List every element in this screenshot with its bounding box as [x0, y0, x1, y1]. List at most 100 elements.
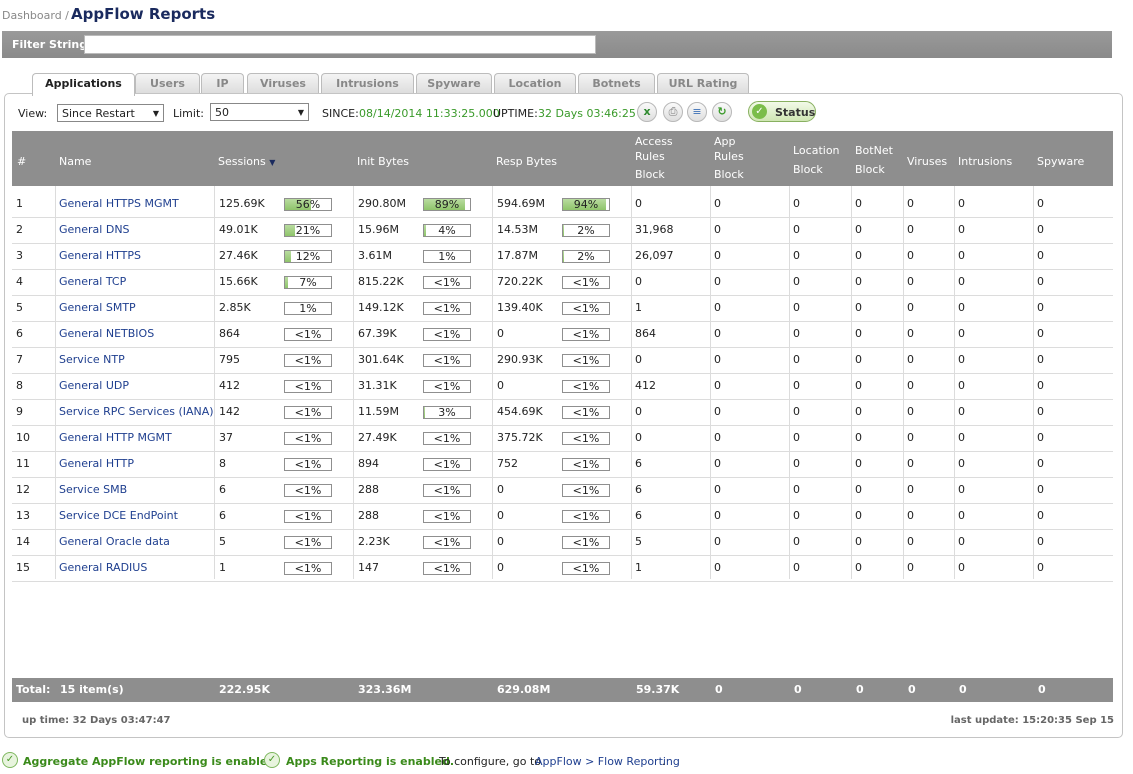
filter-input[interactable]	[84, 35, 596, 54]
limit-select[interactable]: 50 ▼	[210, 103, 309, 121]
tab-intrusions[interactable]: Intrusions	[321, 73, 414, 94]
excel-export-icon[interactable]: x	[637, 102, 657, 122]
botnet-block-value: 0	[855, 535, 862, 548]
app-rules-value: 0	[714, 275, 721, 288]
intrusions-value: 0	[958, 353, 965, 366]
application-link[interactable]: General HTTP MGMT	[59, 425, 172, 451]
intrusions-value: 0	[958, 431, 965, 444]
access-rules-value: 31,968	[635, 223, 674, 236]
application-link[interactable]: General Oracle data	[59, 529, 170, 555]
tab-viruses[interactable]: Viruses	[247, 73, 319, 94]
col-botnet-block[interactable]: BotNet Block	[855, 141, 893, 179]
app-rules-value: 0	[714, 197, 721, 210]
table-row[interactable]: 4 General TCP 15.66K 7% 815.22K <1% 720.22K <1%…	[12, 269, 1113, 296]
table-row[interactable]: 3 General HTTPS 27.46K 12% 3.61M 1% 17.87M 2% 26…	[12, 243, 1113, 270]
location-block-value: 0	[793, 353, 800, 366]
tab-ip[interactable]: IP	[201, 73, 244, 94]
tab-botnets[interactable]: Botnets	[578, 73, 655, 94]
table-row[interactable]: 5 General SMTP 2.85K 1% 149.12K <1% 139.40K <1%…	[12, 295, 1113, 322]
table-row[interactable]: 7 Service NTP 795 <1% 301.64K <1% 290.93K <1% 0 0…	[12, 347, 1113, 374]
application-link[interactable]: General HTTP	[59, 451, 134, 477]
viruses-value: 0	[907, 327, 914, 340]
col-sessions[interactable]: Sessions ▼	[218, 152, 275, 172]
app-rules-value: 0	[714, 509, 721, 522]
init-bytes-percent-bar-text: <1%	[433, 276, 461, 289]
botnet-block-value: 0	[855, 457, 862, 470]
intrusions-value: 0	[958, 249, 965, 262]
col-resp-bytes[interactable]: Resp Bytes	[496, 152, 557, 171]
check-circle-icon: ✓	[264, 752, 280, 768]
total-app-rules: 0	[715, 683, 723, 696]
table-row[interactable]: 8 General UDP 412 <1% 31.31K <1% 0 <1% 412 0 0 0 0 0 0	[12, 373, 1113, 400]
app-rules-value: 0	[714, 353, 721, 366]
init-bytes-percent-bar-text: 89%	[434, 198, 460, 211]
col-access-rules-line2: Rules	[635, 150, 665, 163]
col-intrusions[interactable]: Intrusions	[958, 152, 1012, 171]
application-link[interactable]: General UDP	[59, 373, 129, 399]
application-link[interactable]: Service NTP	[59, 347, 125, 373]
chevron-down-icon: ▼	[297, 108, 304, 117]
tab-url-rating[interactable]: URL Rating	[657, 73, 749, 94]
configure-text: To configure, go to	[439, 755, 542, 768]
col-spyware[interactable]: Spyware	[1037, 152, 1084, 171]
resp-bytes-percent-bar: 2%	[562, 250, 610, 263]
application-link[interactable]: General NETBIOS	[59, 321, 154, 347]
breadcrumb[interactable]: Dashboard /	[2, 9, 69, 22]
uptime-label: UPTIME:	[493, 107, 538, 120]
col-viruses[interactable]: Viruses	[907, 152, 947, 171]
table-row[interactable]: 13 Service DCE EndPoint 6 <1% 288 <1% 0 <1% 6 0 0 0…	[12, 503, 1113, 530]
col-location-block[interactable]: Location Block	[793, 141, 840, 179]
view-select[interactable]: Since Restart ▼	[57, 104, 164, 122]
print-icon[interactable]: ⎙	[663, 102, 683, 122]
app-rules-value: 0	[714, 405, 721, 418]
refresh-icon[interactable]: ↻	[712, 102, 732, 122]
viruses-value: 0	[907, 249, 914, 262]
table-row[interactable]: 6 General NETBIOS 864 <1% 67.39K <1% 0 <1% 864 0 0…	[12, 321, 1113, 348]
init-bytes-percent-bar-text: <1%	[433, 484, 461, 497]
row-number: 15	[16, 561, 30, 574]
col-init-bytes[interactable]: Init Bytes	[357, 152, 409, 171]
app-rules-value: 0	[714, 431, 721, 444]
spyware-value: 0	[1037, 535, 1044, 548]
resp-bytes-percent-bar: 94%	[562, 198, 610, 211]
application-link[interactable]: General SMTP	[59, 295, 136, 321]
tab-users[interactable]: Users	[135, 73, 200, 94]
table-row[interactable]: 15 General RADIUS 1 <1% 147 <1% 0 <1% 1 0 0 0 0 0 0	[12, 555, 1113, 582]
resp-bytes-value: 290.93K	[497, 353, 543, 366]
table-row[interactable]: 14 General Oracle data 5 <1% 2.23K <1% 0 <1% 5 0 0…	[12, 529, 1113, 556]
table-row[interactable]: 11 General HTTP 8 <1% 894 <1% 752 <1% 6 0 0 0 0 0 0	[12, 451, 1113, 478]
resp-bytes-percent-bar-text: <1%	[572, 354, 600, 367]
application-link[interactable]: General TCP	[59, 269, 126, 295]
init-bytes-value: 27.49K	[358, 431, 397, 444]
init-bytes-percent-bar-text: <1%	[433, 458, 461, 471]
col-access-rules[interactable]: Access Rules Block	[635, 134, 673, 186]
application-link[interactable]: Service RPC Services (IANA)	[59, 399, 214, 425]
application-link[interactable]: Service DCE EndPoint	[59, 503, 178, 529]
col-name[interactable]: Name	[59, 152, 91, 171]
total-access-rules: 59.37K	[636, 683, 680, 696]
col-app-rules[interactable]: App Rules Block	[714, 134, 744, 186]
since-value: 08/14/2014 11:33:25.000	[359, 107, 500, 120]
resp-bytes-value: 375.72K	[497, 431, 543, 444]
application-link[interactable]: General RADIUS	[59, 555, 147, 581]
col-app-rules-line2: Rules	[714, 150, 744, 163]
table-row[interactable]: 2 General DNS 49.01K 21% 15.96M 4% 14.53M 2% 31,…	[12, 217, 1113, 244]
application-link[interactable]: General HTTPS MGMT	[59, 191, 179, 217]
tab-applications[interactable]: Applications	[32, 73, 135, 96]
report-icon[interactable]: ≡	[687, 102, 707, 122]
table-row[interactable]: 9 Service RPC Services (IANA) 142 <1% 11.59M…	[12, 399, 1113, 426]
resp-bytes-value: 594.69M	[497, 197, 545, 210]
table-row[interactable]: 10 General HTTP MGMT 37 <1% 27.49K <1% 375.72K…	[12, 425, 1113, 452]
tab-location[interactable]: Location	[494, 73, 576, 94]
tab-spyware[interactable]: Spyware	[416, 73, 492, 94]
application-link[interactable]: General HTTPS	[59, 243, 141, 269]
table-row[interactable]: 1 General HTTPS MGMT 125.69K 56% 290.80M 89% 5…	[12, 191, 1113, 218]
resp-bytes-percent-bar-text: <1%	[572, 484, 600, 497]
table-row[interactable]: 12 Service SMB 6 <1% 288 <1% 0 <1% 6 0 0 0 0 0 0	[12, 477, 1113, 504]
status-button[interactable]: ✓ Status	[748, 101, 816, 122]
application-link[interactable]: General DNS	[59, 217, 130, 243]
flow-reporting-link[interactable]: AppFlow > Flow Reporting	[535, 755, 680, 768]
col-location-line1: Location	[793, 144, 840, 157]
application-link[interactable]: Service SMB	[59, 477, 127, 503]
viruses-value: 0	[907, 405, 914, 418]
